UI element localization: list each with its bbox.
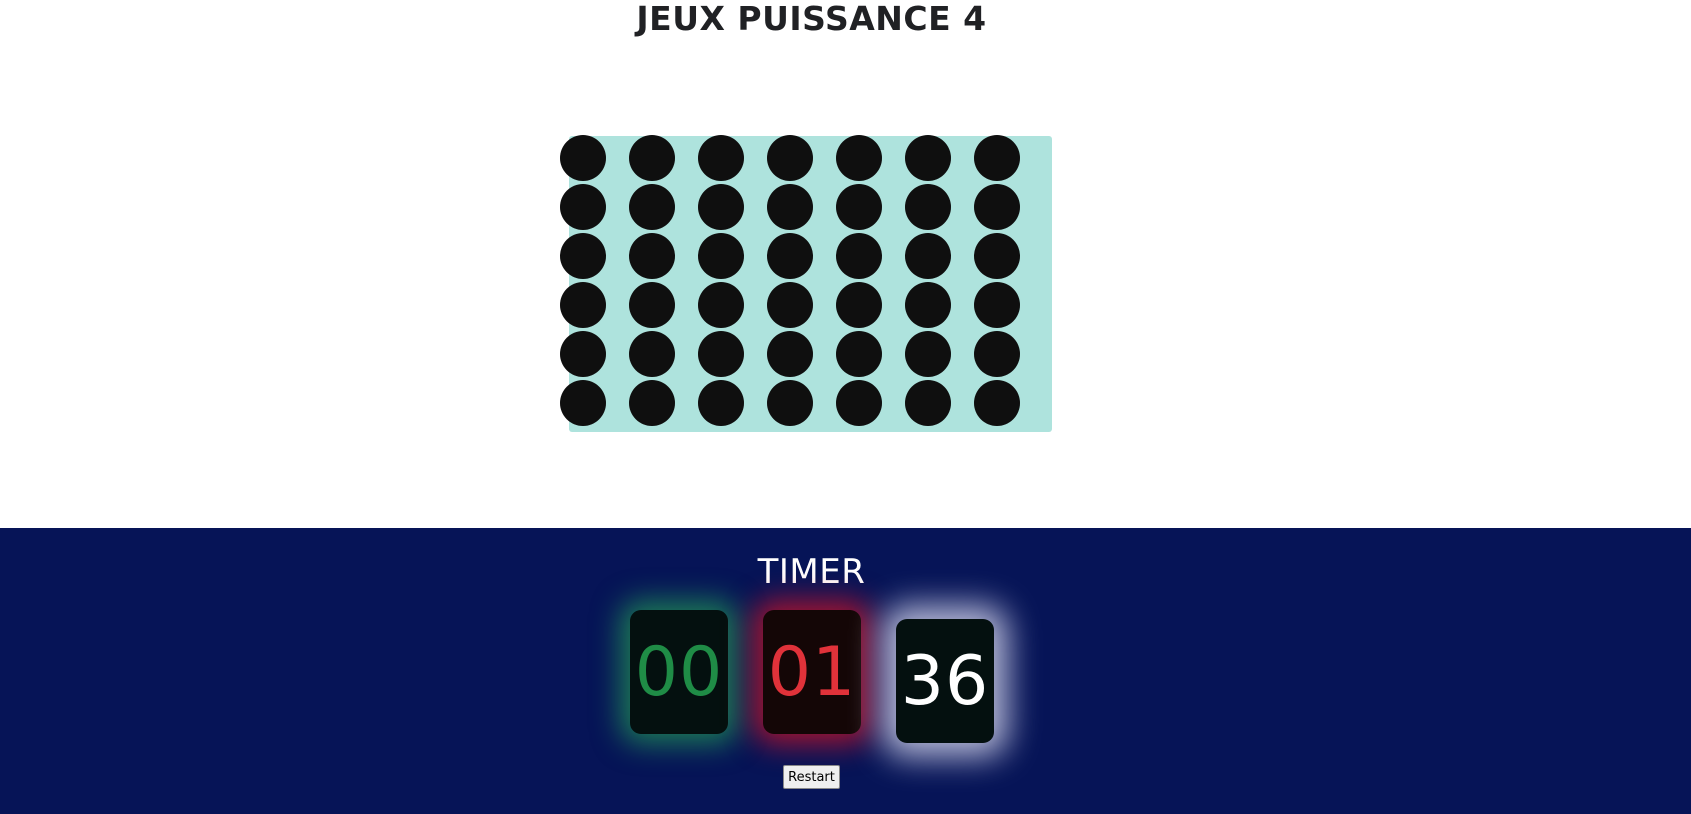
board-cell[interactable] [767,135,813,181]
board-grid [560,135,1020,426]
page-title: JEUX PUISSANCE 4 [636,0,987,38]
restart-button[interactable]: Restart [783,765,840,789]
board-cell[interactable] [560,331,606,377]
board-cell[interactable] [698,233,744,279]
board-cell[interactable] [767,282,813,328]
board-cell[interactable] [974,184,1020,230]
timer-seconds: 36 [896,619,994,743]
board-cell[interactable] [974,135,1020,181]
board-cell[interactable] [836,282,882,328]
board-cell[interactable] [836,380,882,426]
board-cell[interactable] [905,331,951,377]
timer-hours: 00 [630,610,728,734]
board-cell[interactable] [560,233,606,279]
board-cell[interactable] [560,380,606,426]
board-cell[interactable] [698,380,744,426]
board-cell[interactable] [629,380,675,426]
board-cell[interactable] [905,282,951,328]
board-cell[interactable] [767,380,813,426]
board-cell[interactable] [905,233,951,279]
timer-title: TIMER [757,552,866,592]
board-cell[interactable] [560,135,606,181]
board-cell[interactable] [698,184,744,230]
board-cell[interactable] [974,282,1020,328]
board-cell[interactable] [629,135,675,181]
board-cell[interactable] [905,380,951,426]
board-cell[interactable] [836,135,882,181]
page: JEUX PUISSANCE 4 TIMER 00 01 36 Restart [0,0,1691,814]
board-cell[interactable] [629,233,675,279]
board-cell[interactable] [560,184,606,230]
board-cell[interactable] [974,331,1020,377]
board-cell[interactable] [629,282,675,328]
board-cell[interactable] [767,233,813,279]
board-cell[interactable] [698,282,744,328]
board-cell[interactable] [836,331,882,377]
board-cell[interactable] [836,233,882,279]
board-cell[interactable] [767,331,813,377]
board-cell[interactable] [974,233,1020,279]
board-cell[interactable] [698,135,744,181]
timer-minutes: 01 [763,610,861,734]
board-cell[interactable] [629,184,675,230]
board-cell[interactable] [629,331,675,377]
board-cell[interactable] [698,331,744,377]
board-cell[interactable] [767,184,813,230]
board-cell[interactable] [974,380,1020,426]
board-cell[interactable] [905,184,951,230]
board-cell[interactable] [905,135,951,181]
board-cell[interactable] [560,282,606,328]
board-cell[interactable] [836,184,882,230]
